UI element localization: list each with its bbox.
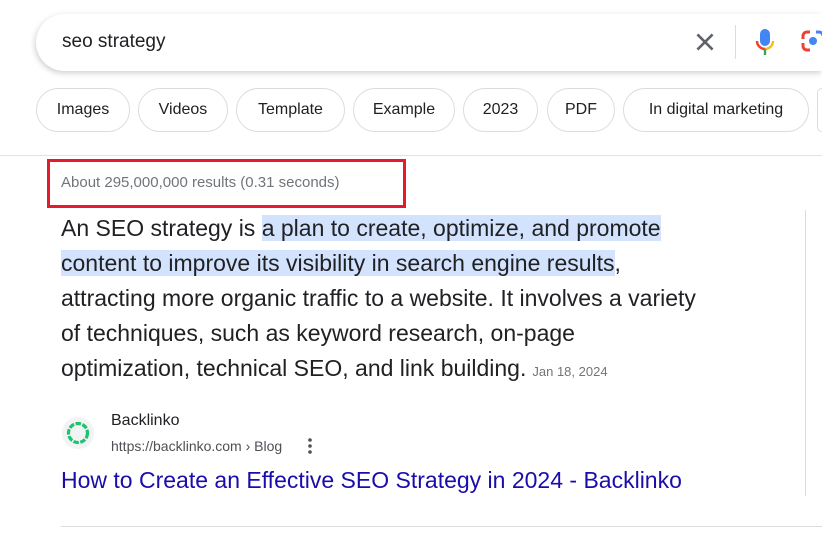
clear-icon[interactable]	[692, 29, 718, 55]
search-divider	[735, 25, 736, 59]
snippet-text: An SEO strategy is	[61, 215, 262, 241]
snippet-text: attracting more organic traffic to a web…	[61, 285, 696, 311]
chip-videos[interactable]: Videos	[138, 88, 228, 132]
result-divider	[61, 526, 822, 527]
chip-images[interactable]: Images	[36, 88, 130, 132]
chip-template[interactable]: Template	[236, 88, 345, 132]
search-input[interactable]: seo strategy	[62, 31, 166, 53]
chip-2023[interactable]: 2023	[463, 88, 538, 132]
chip-pdf[interactable]: PDF	[547, 88, 615, 132]
chip-more[interactable]	[817, 88, 822, 132]
chip-in-digital-marketing[interactable]: In digital marketing	[623, 88, 809, 132]
snippet-highlight: content to improve its visibility in sea…	[61, 250, 615, 276]
more-options-icon[interactable]	[304, 437, 316, 455]
result-title-link[interactable]: How to Create an Effective SEO Strategy …	[61, 467, 682, 494]
results-stats: About 295,000,000 results (0.31 seconds)	[61, 174, 340, 191]
featured-snippet-text: An SEO strategy is a plan to create, opt…	[61, 211, 696, 389]
header-divider	[0, 155, 822, 156]
microphone-icon[interactable]	[754, 27, 776, 57]
google-lens-icon[interactable]	[800, 28, 822, 56]
snippet-highlight: a plan to create, optimize, and promote	[261, 215, 661, 241]
source-url[interactable]: https://backlinko.com › Blog	[111, 438, 282, 454]
snippet-date: Jan 18, 2024	[532, 364, 608, 379]
source-site-name[interactable]: Backlinko	[111, 412, 179, 430]
snippet-side-divider	[805, 210, 806, 496]
snippet-text: ,	[614, 250, 621, 276]
chip-example[interactable]: Example	[353, 88, 455, 132]
backlinko-favicon-icon	[62, 417, 94, 449]
snippet-text: optimization, technical SEO, and link bu…	[61, 355, 527, 381]
snippet-text: of techniques, such as keyword research,…	[61, 320, 575, 346]
